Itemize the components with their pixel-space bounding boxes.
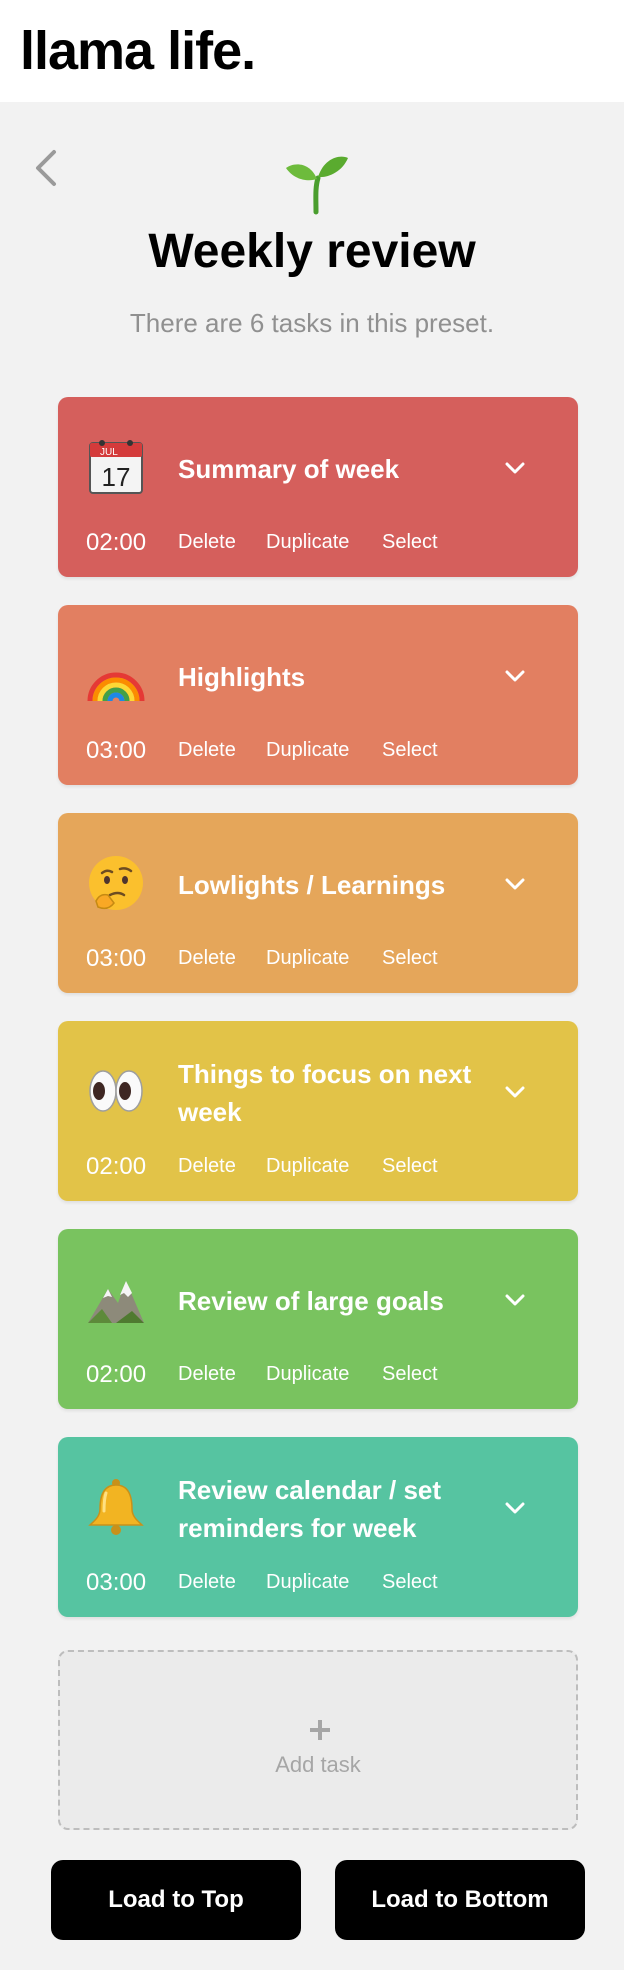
- select-button[interactable]: Select: [382, 1155, 438, 1178]
- task-name[interactable]: Things to focus on next week: [178, 1021, 498, 1165]
- chevron-down-icon[interactable]: [503, 1292, 527, 1308]
- add-task-label: Add task: [275, 1752, 361, 1777]
- select-button[interactable]: Select: [382, 947, 438, 970]
- task-time[interactable]: 03:00: [86, 945, 146, 973]
- select-button[interactable]: Select: [382, 1363, 438, 1386]
- add-task-button[interactable]: Add task: [58, 1650, 578, 1830]
- calendar-icon: JUL 17: [89, 440, 143, 494]
- delete-button[interactable]: Delete: [178, 531, 236, 554]
- chevron-down-icon[interactable]: [503, 1500, 527, 1516]
- task-card[interactable]: Highlights 03:00 Delete Duplicate Select: [58, 605, 578, 785]
- seedling-icon: [286, 156, 348, 215]
- task-name[interactable]: Summary of week: [178, 397, 498, 541]
- duplicate-button[interactable]: Duplicate: [266, 1155, 349, 1178]
- duplicate-button[interactable]: Duplicate: [266, 1363, 349, 1386]
- task-time[interactable]: 03:00: [86, 1569, 146, 1597]
- calendar-month: JUL: [100, 447, 118, 458]
- duplicate-button[interactable]: Duplicate: [266, 947, 349, 970]
- task-name[interactable]: Highlights: [178, 605, 498, 749]
- eyes-icon: [89, 1070, 143, 1112]
- task-card[interactable]: Review of large goals 02:00 Delete Dupli…: [58, 1229, 578, 1409]
- bell-icon: [88, 1479, 144, 1535]
- calendar-day: 17: [102, 462, 131, 492]
- preset-subtitle: There are 6 tasks in this preset.: [129, 308, 495, 338]
- chevron-down-icon[interactable]: [503, 668, 527, 684]
- task-time[interactable]: 02:00: [86, 529, 146, 557]
- task-card[interactable]: JUL 17 Summary of week 02:00 Delete Dupl…: [58, 397, 578, 577]
- select-button[interactable]: Select: [382, 739, 438, 762]
- chevron-down-icon[interactable]: [503, 1084, 527, 1100]
- duplicate-button[interactable]: Duplicate: [266, 739, 349, 762]
- task-name[interactable]: Lowlights / Learnings: [178, 813, 498, 957]
- preset-page: Weekly review There are 6 tasks in this …: [0, 102, 624, 1970]
- plus-icon: [310, 1720, 330, 1740]
- task-card[interactable]: Review calendar / set reminders for week…: [58, 1437, 578, 1617]
- load-to-top-button[interactable]: Load to Top: [51, 1860, 301, 1940]
- thinking-face-icon: [89, 856, 143, 910]
- duplicate-button[interactable]: Duplicate: [266, 531, 349, 554]
- task-card[interactable]: Lowlights / Learnings 03:00 Delete Dupli…: [58, 813, 578, 993]
- task-time[interactable]: 03:00: [86, 737, 146, 765]
- rainbow-icon: [87, 672, 145, 702]
- task-name[interactable]: Review of large goals: [178, 1229, 498, 1373]
- load-to-bottom-button[interactable]: Load to Bottom: [335, 1860, 585, 1940]
- select-button[interactable]: Select: [382, 1571, 438, 1594]
- mountain-icon: [88, 1281, 144, 1323]
- task-time[interactable]: 02:00: [86, 1361, 146, 1389]
- task-name[interactable]: Review calendar / set reminders for week: [178, 1437, 498, 1581]
- delete-button[interactable]: Delete: [178, 1155, 236, 1178]
- delete-button[interactable]: Delete: [178, 739, 236, 762]
- select-button[interactable]: Select: [382, 531, 438, 554]
- task-time[interactable]: 02:00: [86, 1153, 146, 1181]
- chevron-down-icon[interactable]: [503, 460, 527, 476]
- delete-button[interactable]: Delete: [178, 947, 236, 970]
- app-logo[interactable]: llama life.: [20, 20, 256, 82]
- app-header: llama life.: [0, 0, 624, 102]
- delete-button[interactable]: Delete: [178, 1571, 236, 1594]
- duplicate-button[interactable]: Duplicate: [266, 1571, 349, 1594]
- back-chevron-icon[interactable]: [28, 146, 62, 190]
- chevron-down-icon[interactable]: [503, 876, 527, 892]
- delete-button[interactable]: Delete: [178, 1363, 236, 1386]
- task-card[interactable]: Things to focus on next week 02:00 Delet…: [58, 1021, 578, 1201]
- preset-title: Weekly review: [148, 225, 476, 278]
